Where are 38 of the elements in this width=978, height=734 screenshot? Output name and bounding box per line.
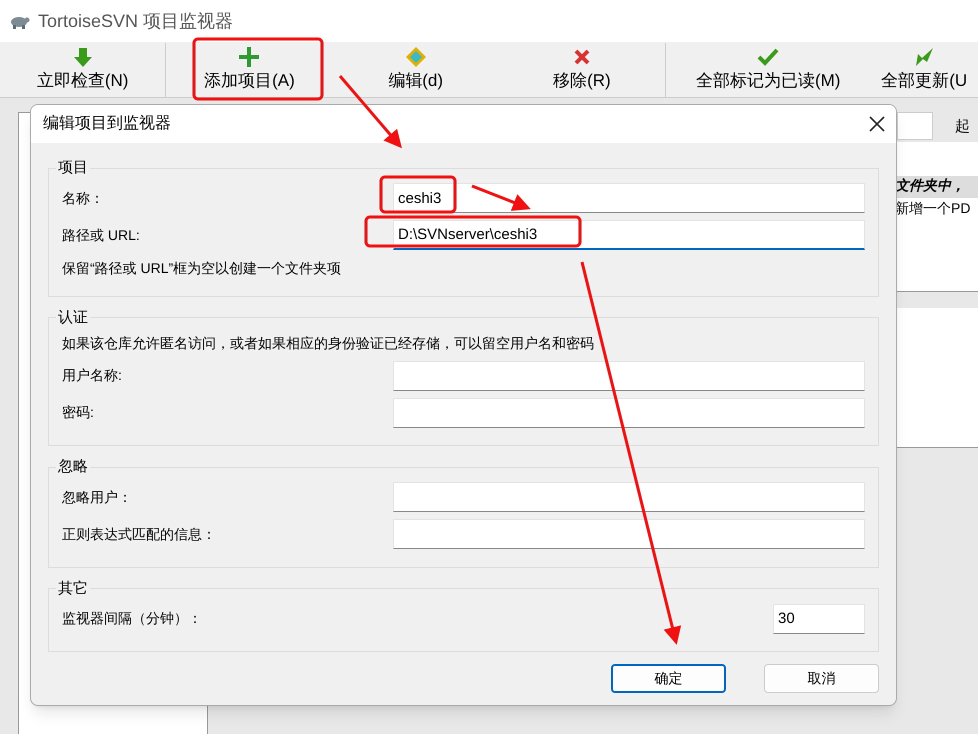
diamond-icon (404, 46, 427, 68)
input-field[interactable]: 30 (773, 604, 865, 634)
group-title: 认证 (57, 308, 89, 328)
toolbar-button[interactable]: 编辑(d) (332, 43, 499, 97)
hint-text: 如果该仓库允许匿名访问，或者如果相应的身份验证已经存储，可以留空用户名和密码 (62, 334, 595, 353)
input-field[interactable] (393, 360, 865, 390)
input-field[interactable] (393, 519, 865, 549)
toolbar-button[interactable]: 移除(R) (498, 43, 666, 97)
field-label: 用户名称: (62, 366, 122, 385)
toolbar-button[interactable]: 立即检查(N) (0, 43, 166, 97)
field-label: 路径或 URL: (62, 226, 140, 244)
group-title: 其它 (57, 578, 89, 598)
input-field[interactable]: ceshi3 (393, 183, 865, 213)
dialog-title: 编辑项目到监视器 (43, 114, 171, 134)
close-icon[interactable] (868, 115, 886, 133)
down-arrow-icon (72, 46, 94, 68)
annotation-arrow (471, 184, 531, 211)
toolbar-button[interactable]: 全部标记为已读(M) (665, 43, 870, 97)
column-header: 起 (955, 117, 970, 137)
field-label: 正则表达式匹配的信息： (62, 524, 216, 544)
group-title: 忽略 (57, 457, 89, 477)
input-field[interactable] (393, 482, 865, 512)
field-label: 名称： (62, 188, 104, 208)
filter-field[interactable] (897, 112, 933, 140)
dialog-button[interactable]: 确定 (611, 664, 726, 693)
hint-text: 保留“路径或 URL”框为空以创建一个文件夹项 (62, 258, 342, 278)
field-label: 密码: (62, 403, 94, 422)
toolbar-button[interactable]: 全部更新(U (870, 43, 978, 97)
group-title: 项目 (57, 158, 89, 178)
toolbar-button[interactable]: 添加项目(A) (166, 43, 333, 97)
window-title: TortoiseSVN 项目监视器 (38, 10, 234, 32)
field-label: 忽略用户： (62, 488, 132, 506)
input-field[interactable] (393, 398, 865, 428)
dialog-button[interactable]: 取消 (764, 664, 879, 693)
plus-icon (238, 46, 260, 68)
leaf-arrow-icon (913, 46, 936, 68)
field-label: 监视器间隔（分钟）： (62, 609, 202, 628)
input-field[interactable]: D:\SVNserver\ceshi3 (393, 220, 865, 250)
